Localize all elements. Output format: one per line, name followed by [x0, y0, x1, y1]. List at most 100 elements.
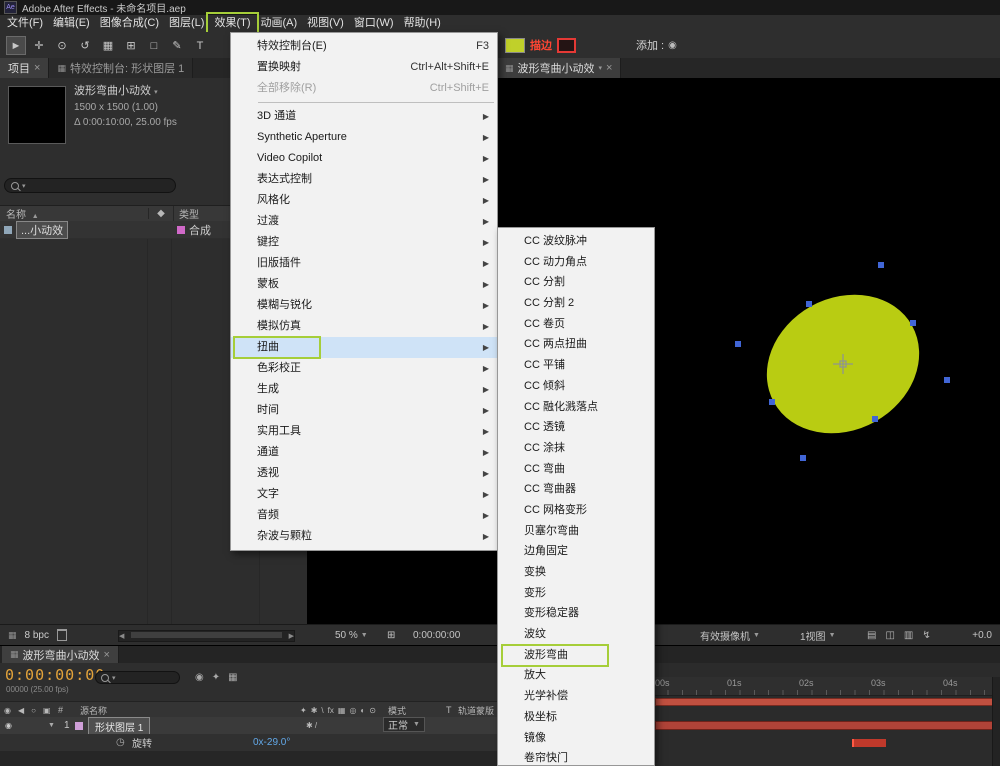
submenu-item[interactable]: CC 平铺	[498, 355, 654, 376]
submenu-item[interactable]: 极坐标	[498, 707, 654, 728]
tab-composition[interactable]: ▦ 波形弯曲小动效 ▾ ×	[497, 58, 621, 78]
column-mode[interactable]: 模式	[388, 702, 406, 718]
shape-tool-icon[interactable]: □	[144, 36, 164, 55]
comp-mini-flowchart-icon[interactable]: ◉	[195, 672, 204, 683]
menu-item[interactable]: 扭曲 ▶	[231, 337, 497, 358]
graph-editor-icon[interactable]: ▦	[228, 672, 237, 683]
work-area-bar[interactable]	[655, 698, 993, 706]
expander-icon[interactable]: ▼	[48, 717, 55, 734]
exposure-value[interactable]: +0.0	[972, 625, 992, 645]
grid-guides-icon[interactable]: ⊞	[387, 625, 395, 645]
submenu-item[interactable]: 边角固定	[498, 541, 654, 562]
submenu-item[interactable]: 波形弯曲	[498, 645, 654, 666]
menu-item[interactable]: 特效控制台(E) F3	[231, 36, 497, 57]
selection-handle[interactable]	[806, 301, 812, 307]
menubar-item[interactable]: 窗口(W)	[349, 15, 399, 32]
region-of-interest-icon[interactable]: ▥	[904, 630, 913, 641]
menubar-item[interactable]: 帮助(H)	[399, 15, 446, 32]
menubar-item[interactable]: 视图(V)	[302, 15, 349, 32]
menu-item[interactable]: Video Copilot ▶	[231, 148, 497, 169]
menu-item[interactable]: 3D 通道 ▶	[231, 106, 497, 127]
submenu-item[interactable]: 贝塞尔弯曲	[498, 521, 654, 542]
menu-item[interactable]: 通道 ▶	[231, 442, 497, 463]
submenu-item[interactable]: CC 网格变形	[498, 500, 654, 521]
mask-visibility-icon[interactable]: ◫	[885, 630, 894, 641]
menubar-item[interactable]: 文件(F)	[2, 15, 48, 32]
menubar-item[interactable]: 编辑(E)	[48, 15, 95, 32]
selection-handle[interactable]	[872, 416, 878, 422]
add-shape-icon[interactable]: ◉	[668, 40, 677, 51]
menu-item[interactable]: 模糊与锐化 ▶	[231, 295, 497, 316]
timeline-search-input[interactable]: ▾	[95, 671, 180, 684]
comp-current-time[interactable]: 0:00:00:00	[413, 625, 460, 645]
submenu-item[interactable]: CC 融化溅落点	[498, 397, 654, 418]
close-icon[interactable]: ×	[104, 649, 110, 661]
menu-item[interactable]: 时间 ▶	[231, 400, 497, 421]
close-icon[interactable]: ×	[606, 62, 612, 74]
scroll-right-icon[interactable]: ▶	[289, 632, 294, 640]
selection-tool-icon[interactable]: ►	[6, 36, 26, 55]
scrollbar-thumb[interactable]	[131, 632, 282, 638]
menubar-item[interactable]: 图层(L)	[164, 15, 209, 32]
submenu-item[interactable]: 光学补偿	[498, 686, 654, 707]
tab-project[interactable]: 项目 ×	[0, 58, 49, 78]
menu-item[interactable]: 键控 ▶	[231, 232, 497, 253]
column-track-matte[interactable]: 轨道蒙版	[458, 702, 494, 718]
property-keyframe-bar[interactable]	[852, 739, 886, 747]
layer-duration-bar[interactable]	[655, 721, 993, 730]
submenu-item[interactable]: CC 分割 2	[498, 293, 654, 314]
submenu-item[interactable]: CC 卷页	[498, 314, 654, 335]
menu-item[interactable]: 透视 ▶	[231, 463, 497, 484]
submenu-item[interactable]: CC 分割	[498, 272, 654, 293]
grid-options-icon[interactable]: ▤	[867, 630, 876, 641]
menu-item[interactable]: 置换映射 Ctrl+Alt+Shift+E	[231, 57, 497, 78]
menu-item[interactable]: 文字 ▶	[231, 484, 497, 505]
submenu-item[interactable]: 波纹	[498, 624, 654, 645]
trash-icon[interactable]	[57, 629, 67, 641]
menu-item[interactable]: 杂波与颗粒 ▶	[231, 526, 497, 547]
column-t[interactable]: T	[446, 702, 452, 718]
column-source-name[interactable]: 源名称	[80, 702, 107, 718]
rotate-tool-icon[interactable]: ↺	[75, 36, 95, 55]
stopwatch-icon[interactable]: ◷	[116, 734, 125, 751]
menu-item[interactable]: 实用工具 ▶	[231, 421, 497, 442]
menu-item[interactable]: 生成 ▶	[231, 379, 497, 400]
menu-item[interactable]: 过渡 ▶	[231, 211, 497, 232]
tab-timeline-comp[interactable]: ▦ 波形弯曲小动效 ×	[2, 646, 119, 663]
camera-select[interactable]: 有效摄像机 ▼	[700, 625, 760, 645]
pen-tool-icon[interactable]: ✎	[167, 36, 187, 55]
submenu-item[interactable]: 镜像	[498, 728, 654, 749]
submenu-item[interactable]: CC 弯曲	[498, 459, 654, 480]
fill-color-swatch[interactable]	[505, 38, 525, 53]
menu-item[interactable]: 色彩校正 ▶	[231, 358, 497, 379]
scroll-left-icon[interactable]: ◀	[119, 632, 124, 640]
menubar-item[interactable]: 图像合成(C)	[95, 15, 164, 32]
comp-name-line[interactable]: 波形弯曲小动效 ▾	[74, 84, 177, 100]
project-item-name[interactable]: ...小动效	[16, 221, 68, 239]
blend-mode-select[interactable]: 正常 ▼	[383, 717, 425, 732]
time-ruler[interactable]: 00s01s02s03s04s	[653, 677, 993, 696]
hand-tool-icon[interactable]: ✛	[29, 36, 49, 55]
menu-item[interactable]: 风格化 ▶	[231, 190, 497, 211]
tab-effect-controls[interactable]: ▦ 特效控制台: 形状图层 1	[49, 58, 193, 78]
submenu-item[interactable]: CC 两点扭曲	[498, 334, 654, 355]
submenu-item[interactable]: CC 动力角点	[498, 252, 654, 273]
eye-icon[interactable]: ◉	[5, 717, 12, 734]
zoom-tool-icon[interactable]: ⊙	[52, 36, 72, 55]
submenu-item[interactable]: CC 涂抹	[498, 438, 654, 459]
project-search-input[interactable]: ▾	[4, 178, 176, 193]
column-name[interactable]: 名称 ▲	[0, 206, 148, 221]
menu-item[interactable]: 表达式控制 ▶	[231, 169, 497, 190]
pan-behind-tool-icon[interactable]: ⊞	[121, 36, 141, 55]
type-tool-icon[interactable]: T	[190, 36, 210, 55]
selection-handle[interactable]	[800, 455, 806, 461]
submenu-item[interactable]: 卷帘快门	[498, 748, 654, 766]
rotation-value[interactable]: 0x-29.0°	[253, 734, 290, 751]
selection-handle[interactable]	[944, 377, 950, 383]
horizontal-scrollbar[interactable]: ◀ ▶	[118, 630, 295, 642]
current-timecode[interactable]: 0:00:00:00	[5, 666, 105, 684]
menu-item[interactable]: Synthetic Aperture ▶	[231, 127, 497, 148]
submenu-item[interactable]: 变形	[498, 583, 654, 604]
interpret-footage-icon[interactable]: ▦	[8, 630, 17, 641]
bit-depth-label[interactable]: 8 bpc	[25, 630, 49, 641]
